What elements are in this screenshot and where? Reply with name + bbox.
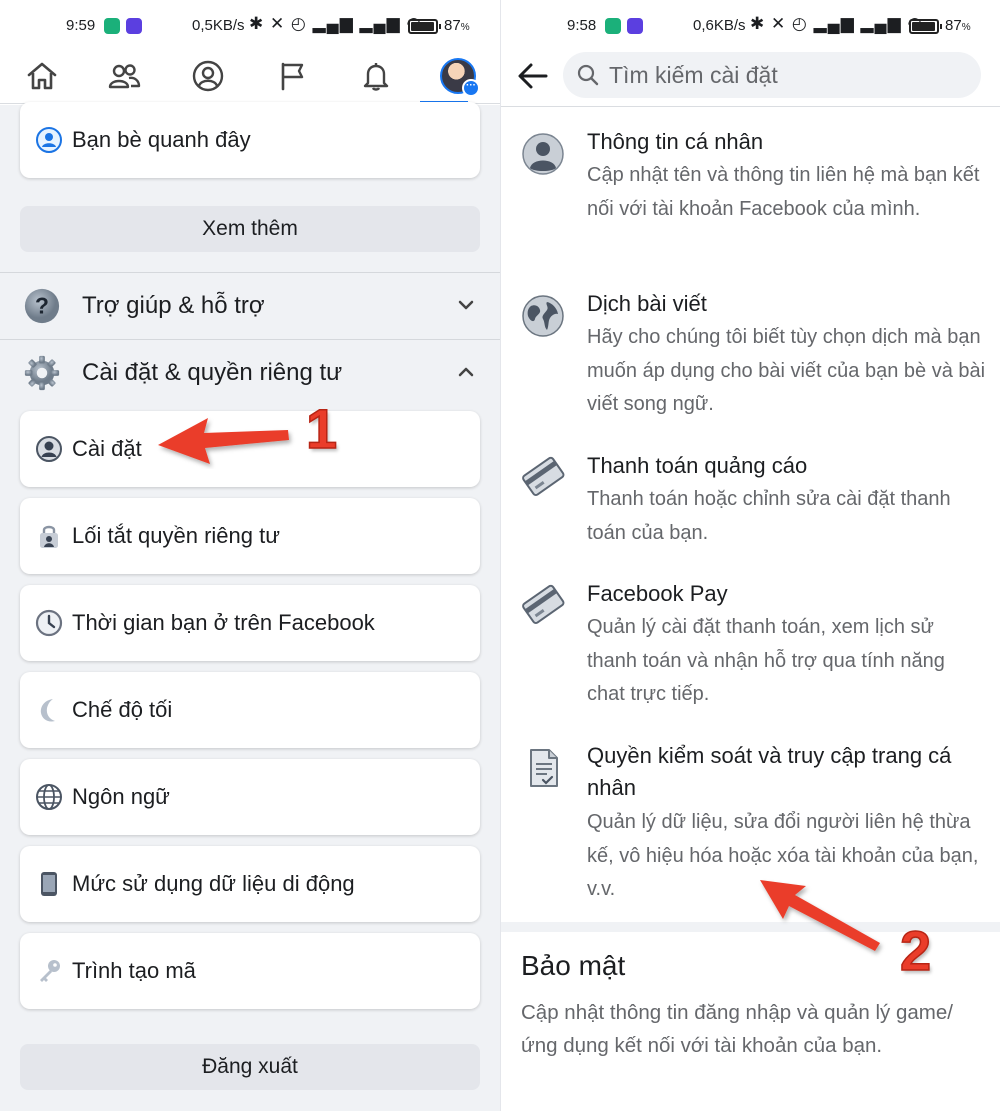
dark-mode-item[interactable]: Chế độ tối — [20, 672, 480, 748]
mobile-data-label: Mức sử dụng dữ liệu di động — [72, 871, 355, 896]
person-icon — [522, 133, 564, 175]
logout-button[interactable]: Đăng xuất — [20, 1044, 480, 1090]
security-section-title: Bảo mật — [521, 950, 626, 981]
status-icons: ✱ ✕ ◴ ▂▄▆ ▂▄▆ ◠ — [249, 14, 423, 33]
settings-item[interactable]: Cài đặt — [20, 411, 480, 487]
help-support-label: Trợ giúp & hỗ trợ — [82, 292, 265, 319]
menu-tab[interactable]: ··· — [436, 54, 480, 98]
search-input[interactable] — [609, 61, 949, 89]
notifications-tab[interactable] — [354, 54, 398, 98]
lock-user-icon — [34, 521, 64, 551]
step-number-1: 1 — [305, 396, 338, 461]
nearby-friends-item[interactable]: Bạn bè quanh đây — [20, 102, 480, 178]
privacy-shortcuts-item[interactable]: Lối tắt quyền riêng tư — [20, 498, 480, 574]
back-arrow-icon[interactable] — [515, 58, 551, 94]
key-icon — [34, 956, 64, 986]
setting-title: Thông tin cá nhân — [587, 129, 764, 154]
gear-icon — [22, 353, 62, 393]
globe-icon — [522, 295, 564, 337]
battery-icon — [408, 19, 441, 34]
credit-card-icon — [522, 456, 565, 496]
app-notification-icon — [605, 18, 621, 34]
nearby-friends-icon — [34, 125, 64, 155]
status-icons: ✱ ✕ ◴ ▂▄▆ ▂▄▆ ◠ — [750, 14, 924, 33]
document-icon — [530, 749, 558, 787]
privacy-shortcuts-label: Lối tắt quyền riêng tư — [72, 523, 280, 548]
status-time: 9:59 — [66, 17, 96, 34]
left-screen: 9:59 0,5KB/s ✱ ✕ ◴ ▂▄▆ ▂▄▆ ◠ 87% ··· Bạn… — [0, 0, 500, 1111]
setting-description: Hãy cho chúng tôi biết tùy chọn dịch mà … — [587, 326, 986, 415]
setting-title: Quyền kiểm soát và truy cập trang cá nhâ… — [587, 743, 952, 800]
user-circle-icon — [34, 434, 64, 464]
status-bar: 9:59 0,5KB/s ✱ ✕ ◴ ▂▄▆ ▂▄▆ ◠ 87% — [0, 0, 500, 52]
home-icon — [27, 62, 57, 90]
home-tab[interactable] — [20, 54, 64, 98]
avatar: ··· — [440, 58, 480, 97]
settings-label: Cài đặt — [72, 436, 142, 461]
setting-title: Thanh toán quảng cáo — [587, 453, 808, 478]
settings-privacy-row[interactable]: Cài đặt & quyền riêng tư — [0, 340, 500, 406]
status-bar: 9:58 0,6KB/s ✱ ✕ ◴ ▂▄▆ ▂▄▆ ◠ 87% — [501, 0, 1000, 52]
mobile-data-item[interactable]: Mức sử dụng dữ liệu di động — [20, 846, 480, 922]
question-icon: ? — [22, 286, 62, 326]
battery-percent: 87% — [444, 17, 470, 34]
search-bar[interactable] — [563, 52, 981, 98]
code-generator-label: Trình tạo mã — [72, 958, 196, 983]
phone-icon — [34, 869, 64, 899]
setting-description: Quản lý dữ liệu, sửa đổi người liên hệ t… — [587, 811, 979, 900]
dark-mode-label: Chế độ tối — [72, 697, 173, 722]
battery-icon — [909, 19, 942, 34]
time-on-facebook-item[interactable]: Thời gian bạn ở trên Facebook — [20, 585, 480, 661]
flag-icon — [281, 62, 304, 91]
globe-icon — [34, 782, 64, 812]
friends-tab[interactable] — [102, 54, 146, 98]
setting-title: Dịch bài viết — [587, 291, 707, 316]
setting-description: Cập nhật tên và thông tin liên hệ mà bạn… — [587, 164, 980, 220]
setting-description: Quản lý cài đặt thanh toán, xem lịch sử … — [587, 616, 945, 705]
time-on-facebook-label: Thời gian bạn ở trên Facebook — [72, 610, 375, 635]
header-divider — [501, 106, 1000, 107]
settings-privacy-label: Cài đặt & quyền riêng tư — [82, 359, 343, 386]
friends-icon — [108, 64, 141, 89]
app-notification-icon — [104, 18, 120, 34]
setting-description: Thanh toán hoặc chỉnh sửa cài đặt thanh … — [587, 488, 951, 544]
status-time: 9:58 — [567, 17, 597, 34]
moon-icon — [34, 695, 64, 725]
top-navigation: ··· — [0, 48, 500, 104]
see-more-button[interactable]: Xem thêm — [20, 206, 480, 252]
credit-card-icon — [522, 584, 565, 624]
profile-tab[interactable] — [186, 54, 230, 98]
chevron-up-icon — [458, 367, 474, 377]
network-speed: 0,6KB/s — [693, 17, 746, 34]
language-item[interactable]: Ngôn ngữ — [20, 759, 480, 835]
clock-icon — [34, 608, 64, 638]
profile-icon — [192, 60, 224, 92]
chevron-down-icon — [458, 300, 474, 310]
bell-icon — [363, 63, 389, 91]
security-section-description: Cập nhật thông tin đăng nhập và quản lý … — [521, 1001, 953, 1057]
search-icon — [577, 64, 599, 86]
setting-title: Facebook Pay — [587, 581, 728, 606]
code-generator-item[interactable]: Trình tạo mã — [20, 933, 480, 1009]
app-notification-icon — [627, 18, 643, 34]
svg-text:?: ? — [35, 293, 49, 319]
nearby-friends-label: Bạn bè quanh đây — [72, 127, 251, 152]
language-label: Ngôn ngữ — [72, 784, 170, 809]
help-support-row[interactable]: ? Trợ giúp & hỗ trợ — [0, 273, 500, 339]
menu-dots-icon: ··· — [462, 79, 480, 97]
step-number-2: 2 — [899, 918, 932, 983]
network-speed: 0,5KB/s — [192, 17, 245, 34]
battery-percent: 87% — [945, 17, 971, 34]
pages-tab[interactable] — [270, 54, 314, 98]
app-notification-icon — [126, 18, 142, 34]
